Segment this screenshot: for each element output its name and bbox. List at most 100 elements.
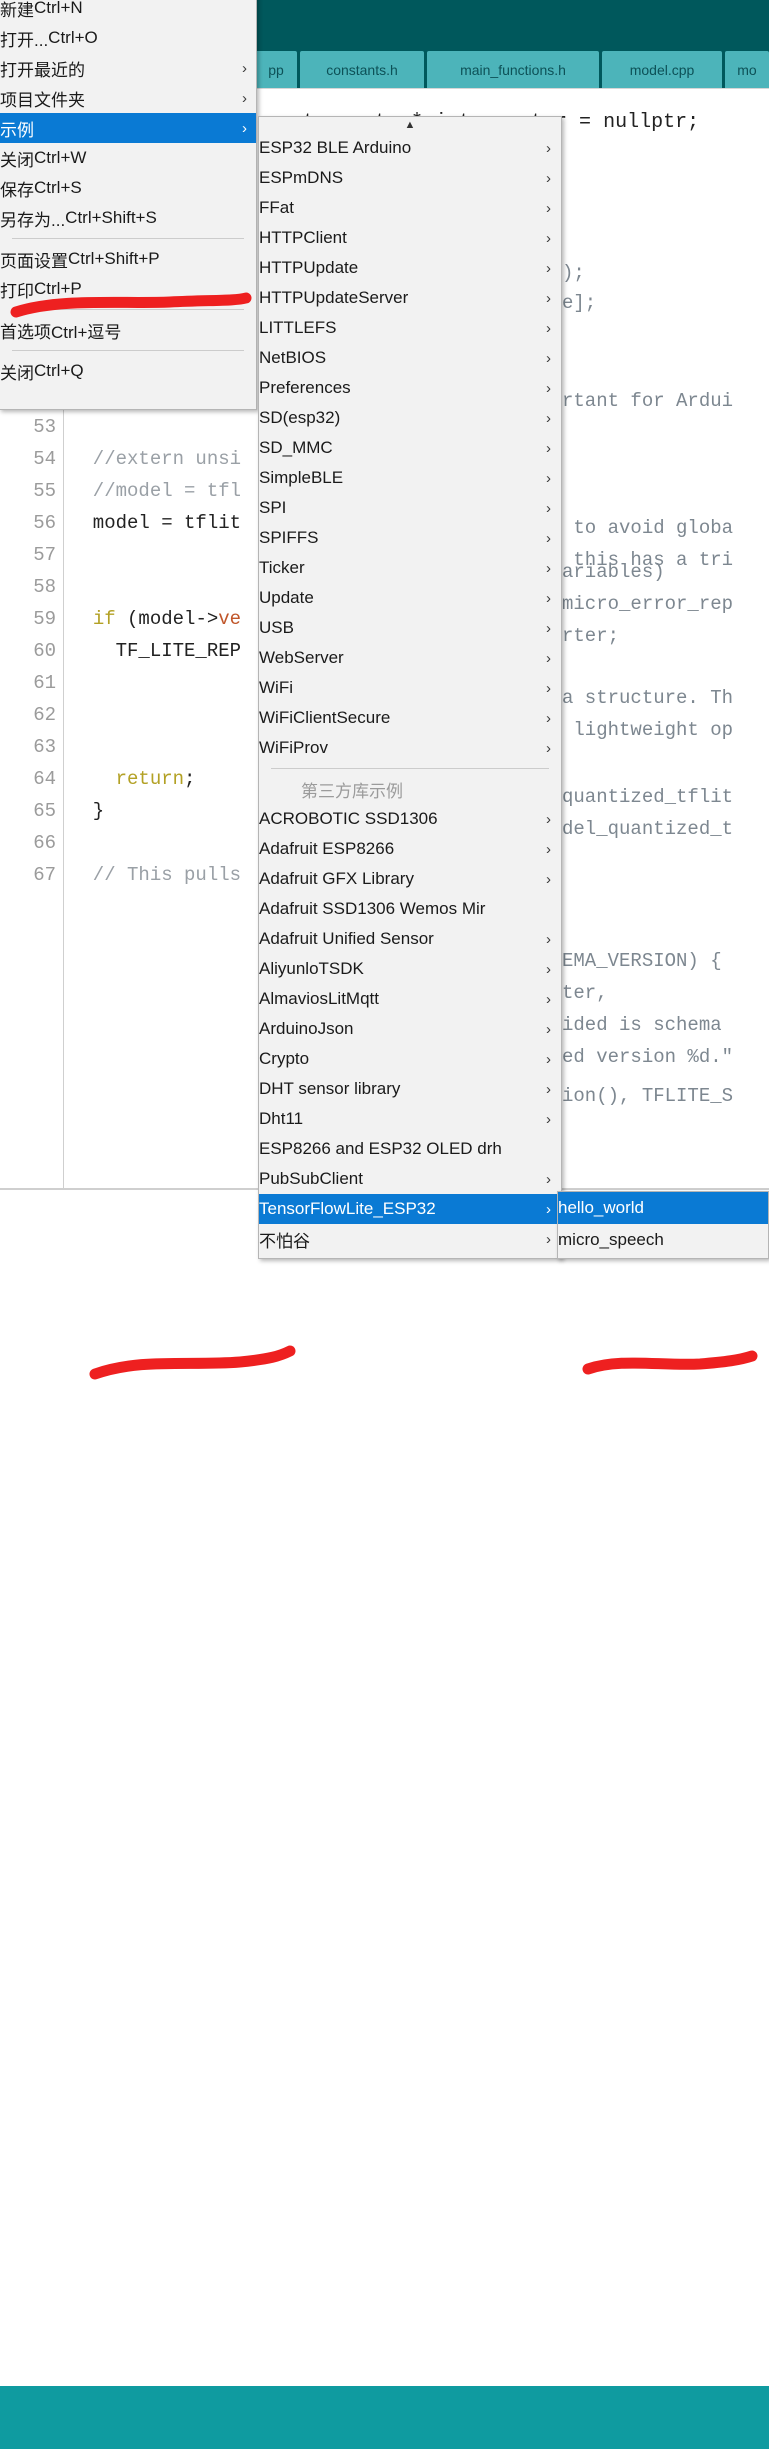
file-menu-item-3[interactable]: 项目文件夹 › bbox=[0, 83, 256, 113]
examples-item-13[interactable]: SPIFFS › bbox=[259, 523, 561, 553]
chevron-right-icon: › bbox=[546, 139, 551, 157]
file-menu-item-label: 另存为... bbox=[0, 210, 66, 230]
tab-label: model.cpp bbox=[629, 61, 695, 78]
examples-item-label: NetBIOS bbox=[259, 348, 327, 367]
file-menu-item-7[interactable]: 另存为... Ctrl+Shift+S bbox=[0, 203, 256, 233]
examples-item-3[interactable]: HTTPClient › bbox=[259, 223, 561, 253]
examples-item-6[interactable]: LITTLEFS › bbox=[259, 313, 561, 343]
examples-item-19[interactable]: WiFiClientSecure › bbox=[259, 703, 561, 733]
code-line: //model = tfl bbox=[70, 480, 241, 502]
examples-item-37[interactable]: 不怕谷 › bbox=[259, 1224, 561, 1254]
tab-mo[interactable]: mo bbox=[725, 51, 769, 88]
file-menu-item-10[interactable]: 打印 Ctrl+P bbox=[0, 274, 256, 304]
examples-item-label: ESP32 BLE Arduino bbox=[259, 138, 412, 157]
file-menu-item-6[interactable]: 保存 Ctrl+S bbox=[0, 173, 256, 203]
examples-item-9[interactable]: SD(esp32) › bbox=[259, 403, 561, 433]
line-number: 53 bbox=[33, 416, 56, 438]
examples-item-17[interactable]: WebServer › bbox=[259, 643, 561, 673]
tab-label: main_functions.h bbox=[460, 61, 566, 78]
examples-item-2[interactable]: FFat › bbox=[259, 193, 561, 223]
examples-item-27[interactable]: Adafruit Unified Sensor › bbox=[259, 924, 561, 954]
examples-item-29[interactable]: AlmaviosLitMqtt › bbox=[259, 984, 561, 1014]
chevron-right-icon: › bbox=[546, 990, 551, 1008]
examples-item-31[interactable]: Crypto › bbox=[259, 1044, 561, 1074]
file-menu-item-1[interactable]: 打开... Ctrl+O bbox=[0, 23, 256, 53]
file-menu-item-accel: Ctrl+逗号 bbox=[51, 322, 122, 342]
examples-item-10[interactable]: SD_MMC › bbox=[259, 433, 561, 463]
examples-item-label: TensorFlowLite_ESP32 bbox=[259, 1199, 436, 1218]
examples-item-33[interactable]: Dht11 › bbox=[259, 1104, 561, 1134]
chevron-right-icon: › bbox=[546, 1230, 551, 1248]
examples-item-28[interactable]: AliyunloTSDK › bbox=[259, 954, 561, 984]
tensorflow-item-1[interactable]: micro_speech bbox=[558, 1224, 768, 1256]
examples-item-26[interactable]: Adafruit SSD1306 Wemos Mir bbox=[259, 894, 561, 924]
examples-item-11[interactable]: SimpleBLE › bbox=[259, 463, 561, 493]
file-menu-item-9[interactable]: 页面设置 Ctrl+Shift+P bbox=[0, 244, 256, 274]
file-menu-item-label: 打印 bbox=[0, 281, 34, 301]
examples-item-25[interactable]: Adafruit GFX Library › bbox=[259, 864, 561, 894]
tab-main-functions-h[interactable]: main_functions.h bbox=[427, 51, 599, 88]
code-fragment: EMA_VERSION) { bbox=[562, 950, 722, 972]
tab-constants-h[interactable]: constants.h bbox=[300, 51, 424, 88]
menu-separator bbox=[12, 350, 244, 351]
examples-item-label: SPIFFS bbox=[259, 528, 319, 547]
file-menu-item-2[interactable]: 打开最近的 › bbox=[0, 53, 256, 83]
chevron-right-icon: › bbox=[546, 1200, 551, 1218]
file-menu-item-14[interactable]: 关闭 Ctrl+Q bbox=[0, 356, 256, 386]
examples-item-5[interactable]: HTTPUpdateServer › bbox=[259, 283, 561, 313]
examples-submenu-items: ESP32 BLE Arduino › ESPmDNS › FFat › HTTPClien… bbox=[259, 133, 561, 1254]
examples-item-label: HTTPUpdateServer bbox=[259, 288, 409, 307]
examples-item-label: 不怕谷 bbox=[259, 1231, 310, 1251]
scroll-up-arrow-icon[interactable]: ▲ bbox=[259, 117, 561, 133]
file-menu-item-0[interactable]: 新建 Ctrl+N bbox=[0, 0, 256, 23]
examples-item-18[interactable]: WiFi › bbox=[259, 673, 561, 703]
examples-item-30[interactable]: ArduinoJson › bbox=[259, 1014, 561, 1044]
code-line: return; bbox=[70, 768, 196, 790]
examples-item-8[interactable]: Preferences › bbox=[259, 373, 561, 403]
scroll-up-glyph: ▲ bbox=[404, 119, 416, 131]
examples-item-36[interactable]: TensorFlowLite_ESP32 › bbox=[259, 1194, 561, 1224]
examples-item-label: Adafruit ESP8266 bbox=[259, 839, 395, 858]
examples-section-header: 第三方库示例 bbox=[301, 781, 403, 801]
tensorflow-item-0[interactable]: hello_world bbox=[558, 1192, 768, 1224]
examples-item-23[interactable]: ACROBOTIC SSD1306 › bbox=[259, 804, 561, 834]
code-token: } bbox=[70, 800, 105, 822]
line-number: 57 bbox=[33, 544, 56, 566]
menu-separator bbox=[12, 309, 244, 310]
chevron-right-icon: › bbox=[546, 199, 551, 217]
code-fragment: ion(), TFLITE_S bbox=[562, 1085, 734, 1107]
examples-item-label: WebServer bbox=[259, 648, 344, 667]
file-menu-item-12[interactable]: 首选项 Ctrl+逗号 bbox=[0, 315, 256, 345]
file-menu-item-5[interactable]: 关闭 Ctrl+W bbox=[0, 143, 256, 173]
file-menu[interactable]: 新建 Ctrl+N 打开... Ctrl+O 打开最近的 › 项目文件夹 › 示例 › 关闭 Ctrl… bbox=[0, 0, 257, 410]
examples-item-15[interactable]: Update › bbox=[259, 583, 561, 613]
examples-item-4[interactable]: HTTPUpdate › bbox=[259, 253, 561, 283]
tab-pp[interactable]: pp bbox=[255, 51, 297, 88]
examples-item-label: ArduinoJson bbox=[259, 1019, 354, 1038]
examples-item-14[interactable]: Ticker › bbox=[259, 553, 561, 583]
chevron-right-icon: › bbox=[546, 259, 551, 277]
examples-item-1[interactable]: ESPmDNS › bbox=[259, 163, 561, 193]
examples-item-0[interactable]: ESP32 BLE Arduino › bbox=[259, 133, 561, 163]
chevron-right-icon: › bbox=[546, 499, 551, 517]
examples-item-16[interactable]: USB › bbox=[259, 613, 561, 643]
tensorflowlite-submenu[interactable]: hello_world micro_speech bbox=[557, 1191, 769, 1259]
tab-label: mo bbox=[737, 61, 757, 78]
file-menu-item-label: 首选项 bbox=[0, 322, 51, 342]
tab-model-cpp[interactable]: model.cpp bbox=[602, 51, 722, 88]
examples-item-24[interactable]: Adafruit ESP8266 › bbox=[259, 834, 561, 864]
examples-item-12[interactable]: SPI › bbox=[259, 493, 561, 523]
chevron-right-icon: › bbox=[546, 289, 551, 307]
examples-item-34[interactable]: ESP8266 and ESP32 OLED drh bbox=[259, 1134, 561, 1164]
file-menu-item-4[interactable]: 示例 › bbox=[0, 113, 256, 143]
examples-item-7[interactable]: NetBIOS › bbox=[259, 343, 561, 373]
code-line: // This pulls bbox=[70, 864, 241, 886]
code-line: model = tflit bbox=[70, 512, 241, 534]
examples-item-32[interactable]: DHT sensor library › bbox=[259, 1074, 561, 1104]
line-number: 58 bbox=[33, 576, 56, 598]
examples-item-20[interactable]: WiFiProv › bbox=[259, 733, 561, 763]
examples-submenu[interactable]: ▲ ESP32 BLE Arduino › ESPmDNS › FFat › HTTPCli… bbox=[258, 116, 562, 1259]
examples-item-35[interactable]: PubSubClient › bbox=[259, 1164, 561, 1194]
chevron-right-icon: › bbox=[242, 89, 247, 107]
